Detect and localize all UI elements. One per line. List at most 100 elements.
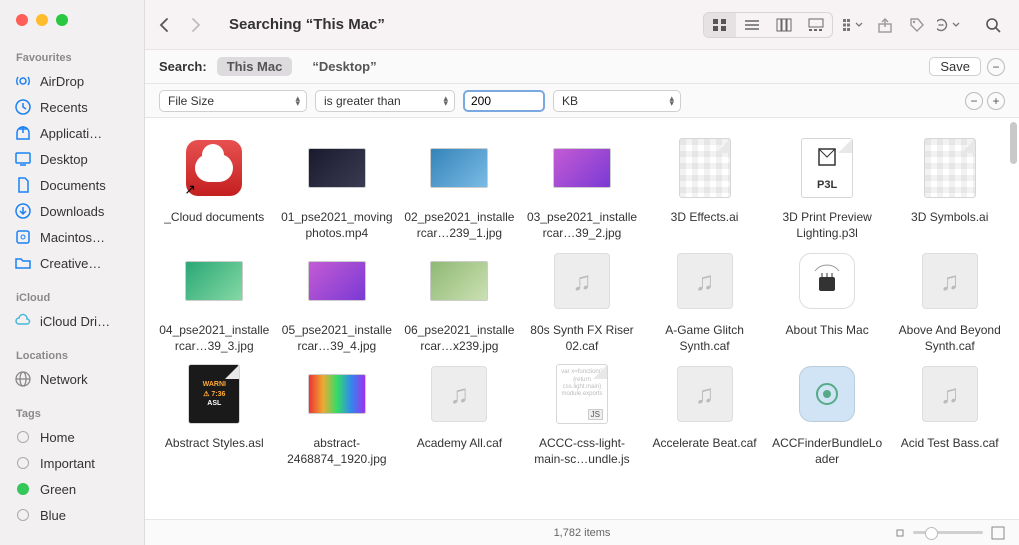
sidebar-item-label: Blue [40,508,66,523]
criteria-value-input[interactable] [463,90,545,112]
file-item[interactable]: 06_pse2021_installercar…x239.jpg [400,249,519,354]
globe-icon [14,370,32,388]
close-window-button[interactable] [16,14,28,26]
item-count: 1,782 items [554,527,611,539]
sidebar-item[interactable]: AirDrop [0,68,144,94]
chevron-updown-icon: ▴▾ [669,96,674,106]
group-by-button[interactable] [841,13,865,37]
sidebar-item-label: iCloud Dri… [40,314,110,329]
scope-label: Search: [159,59,207,74]
sidebar-item[interactable]: Green [0,476,144,502]
file-item[interactable]: abstract-2468874_1920.jpg [278,362,397,467]
sidebar-item[interactable]: Important [0,450,144,476]
file-name: 04_pse2021_installercar…39_3.jpg [158,323,270,354]
scope-this-mac[interactable]: This Mac [217,57,293,76]
sidebar-item[interactable]: Desktop [0,146,144,172]
file-item[interactable]: ♫Academy All.caf [400,362,519,467]
icon-view-button[interactable] [704,13,736,37]
sidebar-section-label: iCloud [0,288,144,308]
search-scope-bar: Search: This Mac “Desktop” Save − [145,50,1019,84]
sidebar-item[interactable]: Recents [0,94,144,120]
file-item[interactable]: ↗_Cloud documents [155,136,274,241]
file-item[interactable]: 02_pse2021_installercar…239_1.jpg [400,136,519,241]
file-name: 02_pse2021_installercar…239_1.jpg [403,210,515,241]
criteria-attribute-select[interactable]: File Size ▴▾ [159,90,307,112]
chevron-updown-icon: ▴▾ [295,96,300,106]
tag-empty-icon [14,506,32,524]
file-thumbnail [182,249,246,313]
criteria-add-button[interactable]: + [987,92,1005,110]
file-name: ACCFinderBundleLoader [771,436,883,467]
doc-icon [14,176,32,194]
scope-desktop[interactable]: “Desktop” [302,57,386,76]
tags-button[interactable] [905,13,929,37]
file-item[interactable]: 03_pse2021_installercar…39_2.jpg [523,136,642,241]
window-title: Searching “This Mac” [229,16,385,33]
chevron-updown-icon: ▴▾ [443,96,448,106]
sidebar-item[interactable]: Documents [0,172,144,198]
sidebar-item-label: Recents [40,100,88,115]
sidebar-item[interactable]: Home [0,424,144,450]
download-icon [14,202,32,220]
file-name: abstract-2468874_1920.jpg [281,436,393,467]
file-item[interactable]: ♫ Above And Beyond Synth.caf [890,249,1009,354]
results-scroll-area[interactable]: ↗_Cloud documents01_pse2021_movingphotos… [145,118,1019,519]
file-item[interactable]: ♫80s Synth FX Riser 02.caf [523,249,642,354]
actions-button[interactable] [937,13,961,37]
gallery-view-button[interactable] [800,13,832,37]
file-item[interactable]: 01_pse2021_movingphotos.mp4 [278,136,397,241]
file-item[interactable]: ♫Acid Test Bass.caf [890,362,1009,467]
forward-button[interactable] [191,17,211,33]
zoom-window-button[interactable] [56,14,68,26]
share-button[interactable] [873,13,897,37]
file-thumbnail [918,136,982,200]
file-name: A-Game Glitch Synth.caf [649,323,761,354]
sidebar-item[interactable]: Downloads [0,198,144,224]
sidebar-item-label: AirDrop [40,74,84,89]
criteria-unit-select[interactable]: KB ▴▾ [553,90,681,112]
file-thumbnail [550,136,614,200]
file-thumbnail: ♫ [918,249,982,313]
file-item[interactable]: 3D Symbols.ai [890,136,1009,241]
slider-track[interactable] [913,531,983,534]
column-view-button[interactable] [768,13,800,37]
file-thumbnail: ♫ [550,249,614,313]
scrollbar-thumb[interactable] [1010,122,1017,164]
file-name: 3D Print Preview Lighting.p3l [771,210,883,241]
file-name: Above And Beyond Synth.caf [894,323,1006,354]
file-item[interactable]: 3D Effects.ai [645,136,764,241]
icon-size-slider[interactable] [895,526,1005,540]
back-button[interactable] [159,17,179,33]
file-item[interactable]: ACCFinderBundleLoader [768,362,887,467]
criteria-remove-button[interactable]: − [965,92,983,110]
file-item[interactable]: P3L 3D Print Preview Lighting.p3l [768,136,887,241]
file-name: 3D Effects.ai [671,210,739,226]
file-thumbnail: ♫ [918,362,982,426]
file-thumbnail: P3L [795,136,859,200]
file-item[interactable]: About This Mac [768,249,887,354]
file-item[interactable]: WARNI⚠ 7:36ASLAbstract Styles.asl [155,362,274,467]
sidebar-item[interactable]: Macintos… [0,224,144,250]
tag-empty-icon [14,428,32,446]
remove-criteria-row-button[interactable]: − [987,58,1005,76]
save-search-button[interactable]: Save [929,57,981,76]
minimize-window-button[interactable] [36,14,48,26]
file-thumbnail: ♫ [673,362,737,426]
file-item[interactable]: var x=function(){return css.light.main}m… [523,362,642,467]
search-button[interactable] [981,13,1005,37]
sidebar-item[interactable]: Creative… [0,250,144,276]
file-thumbnail [673,136,737,200]
file-thumbnail: ♫ [673,249,737,313]
list-view-button[interactable] [736,13,768,37]
file-item[interactable]: 04_pse2021_installercar…39_3.jpg [155,249,274,354]
sidebar-item[interactable]: Blue [0,502,144,528]
file-thumbnail [305,362,369,426]
sidebar-item-label: Documents [40,178,106,193]
file-item[interactable]: ♫ A-Game Glitch Synth.caf [645,249,764,354]
criteria-comparator-select[interactable]: is greater than ▴▾ [315,90,455,112]
sidebar-item[interactable]: Applicati… [0,120,144,146]
file-item[interactable]: 05_pse2021_installercar…39_4.jpg [278,249,397,354]
sidebar-item[interactable]: iCloud Dri… [0,308,144,334]
file-item[interactable]: ♫Accelerate Beat.caf [645,362,764,467]
sidebar-item[interactable]: Network [0,366,144,392]
